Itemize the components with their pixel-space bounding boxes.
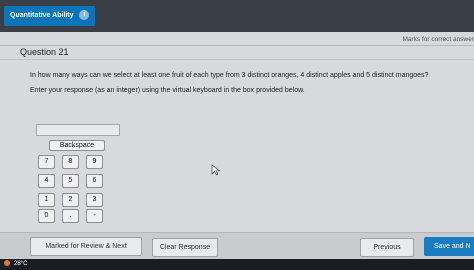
key-9[interactable]: 9: [86, 155, 103, 169]
key-0[interactable]: 0: [38, 209, 55, 223]
temperature: 28°C: [14, 261, 28, 267]
mark-for-review-button[interactable]: Marked for Review & Next: [30, 237, 142, 256]
divider: [0, 59, 474, 60]
top-bar: Quantitative Ability i: [0, 0, 474, 32]
key-4[interactable]: 4: [38, 174, 55, 188]
weather-widget[interactable]: 28°C: [4, 260, 27, 269]
marks-label: Marks for correct answer: [402, 36, 474, 43]
key-2[interactable]: 2: [62, 193, 79, 207]
question-text: In how many ways can we select at least …: [30, 72, 429, 79]
key-7[interactable]: 7: [38, 155, 55, 169]
key-8[interactable]: 8: [62, 155, 79, 169]
key-minus[interactable]: -: [86, 209, 103, 223]
instruction-text: Enter your response (as an integer) usin…: [30, 87, 305, 94]
previous-button[interactable]: Previous: [360, 238, 414, 257]
virtual-keypad: Backspace 7 8 9 4 5 6 1 2 3 0 . -: [35, 137, 105, 229]
section-tab-label: Quantitative Ability: [10, 12, 74, 19]
key-3[interactable]: 3: [86, 193, 103, 207]
question-title: Question 21: [20, 47, 69, 57]
key-5[interactable]: 5: [62, 174, 79, 188]
clear-response-button[interactable]: Clear Response: [152, 238, 218, 257]
os-taskbar: 28°C: [0, 259, 474, 270]
sun-icon: [4, 260, 10, 267]
key-6[interactable]: 6: [86, 174, 103, 188]
answer-input[interactable]: [36, 124, 120, 136]
info-icon[interactable]: i: [79, 10, 90, 21]
key-1[interactable]: 1: [38, 193, 55, 207]
footer-bar: Marked for Review & Next Clear Response …: [0, 232, 474, 260]
key-dot[interactable]: .: [62, 209, 79, 223]
save-and-next-button[interactable]: Save and N: [424, 237, 474, 256]
backspace-key[interactable]: Backspace: [49, 140, 105, 151]
section-tab[interactable]: Quantitative Ability i: [4, 6, 96, 26]
mouse-cursor-icon: [211, 164, 221, 176]
divider: [0, 45, 474, 46]
